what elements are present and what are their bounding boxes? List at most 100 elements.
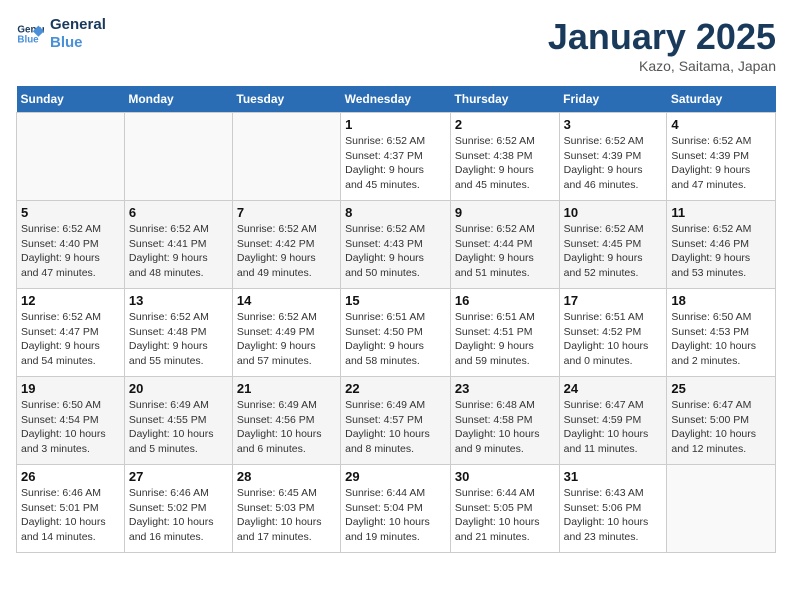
- day-info: Sunrise: 6:45 AM Sunset: 5:03 PM Dayligh…: [237, 486, 336, 545]
- calendar-cell: 24 Sunrise: 6:47 AM Sunset: 4:59 PM Dayli…: [559, 377, 667, 465]
- day-number: 13: [129, 293, 228, 308]
- day-info: Sunrise: 6:52 AM Sunset: 4:37 PM Dayligh…: [345, 134, 446, 193]
- calendar-cell: 12 Sunrise: 6:52 AM Sunset: 4:47 PM Dayli…: [17, 289, 125, 377]
- calendar-title: January 2025: [548, 16, 776, 58]
- day-number: 18: [671, 293, 771, 308]
- day-info: Sunrise: 6:49 AM Sunset: 4:57 PM Dayligh…: [345, 398, 446, 457]
- day-info: Sunrise: 6:46 AM Sunset: 5:02 PM Dayligh…: [129, 486, 228, 545]
- week-row: 12 Sunrise: 6:52 AM Sunset: 4:47 PM Dayli…: [17, 289, 776, 377]
- day-number: 19: [21, 381, 120, 396]
- day-number: 30: [455, 469, 555, 484]
- day-info: Sunrise: 6:46 AM Sunset: 5:01 PM Dayligh…: [21, 486, 120, 545]
- day-info: Sunrise: 6:44 AM Sunset: 5:04 PM Dayligh…: [345, 486, 446, 545]
- svg-text:Blue: Blue: [17, 34, 39, 45]
- day-number: 3: [564, 117, 663, 132]
- day-number: 22: [345, 381, 446, 396]
- day-header-sunday: Sunday: [17, 86, 125, 113]
- calendar-cell: 27 Sunrise: 6:46 AM Sunset: 5:02 PM Dayli…: [124, 465, 232, 553]
- calendar-cell: 29 Sunrise: 6:44 AM Sunset: 5:04 PM Dayli…: [341, 465, 451, 553]
- calendar-cell: 15 Sunrise: 6:51 AM Sunset: 4:50 PM Dayli…: [341, 289, 451, 377]
- calendar-cell: 2 Sunrise: 6:52 AM Sunset: 4:38 PM Daylig…: [450, 113, 559, 201]
- day-info: Sunrise: 6:52 AM Sunset: 4:41 PM Dayligh…: [129, 222, 228, 281]
- calendar-cell: 1 Sunrise: 6:52 AM Sunset: 4:37 PM Daylig…: [341, 113, 451, 201]
- calendar-cell: 14Sunrise: 6:52 AM Sunset: 4:49 PM Dayli…: [232, 289, 340, 377]
- day-number: 27: [129, 469, 228, 484]
- day-number: 23: [455, 381, 555, 396]
- day-info: Sunrise: 6:44 AM Sunset: 5:05 PM Dayligh…: [455, 486, 555, 545]
- calendar-cell: [17, 113, 125, 201]
- calendar-cell: 20 Sunrise: 6:49 AM Sunset: 4:55 PM Dayli…: [124, 377, 232, 465]
- day-info: Sunrise: 6:49 AM Sunset: 4:55 PM Dayligh…: [129, 398, 228, 457]
- day-number: 29: [345, 469, 446, 484]
- logo-icon: General Blue: [16, 20, 44, 48]
- day-info: Sunrise: 6:52 AM Sunset: 4:40 PM Dayligh…: [21, 222, 120, 281]
- day-number: 8: [345, 205, 446, 220]
- calendar-cell: 16Sunrise: 6:51 AM Sunset: 4:51 PM Dayli…: [450, 289, 559, 377]
- day-info: Sunrise: 6:49 AM Sunset: 4:56 PM Dayligh…: [237, 398, 336, 457]
- day-number: 20: [129, 381, 228, 396]
- day-info: Sunrise: 6:52 AM Sunset: 4:39 PM Dayligh…: [671, 134, 771, 193]
- day-info: Sunrise: 6:52 AM Sunset: 4:47 PM Dayligh…: [21, 310, 120, 369]
- day-info: Sunrise: 6:51 AM Sunset: 4:52 PM Dayligh…: [564, 310, 663, 369]
- page-header: General Blue General Blue January 2025 K…: [16, 16, 776, 74]
- day-info: Sunrise: 6:48 AM Sunset: 4:58 PM Dayligh…: [455, 398, 555, 457]
- day-info: Sunrise: 6:50 AM Sunset: 4:54 PM Dayligh…: [21, 398, 120, 457]
- day-number: 14: [237, 293, 336, 308]
- day-number: 12: [21, 293, 120, 308]
- day-info: Sunrise: 6:52 AM Sunset: 4:48 PM Dayligh…: [129, 310, 228, 369]
- day-number: 24: [564, 381, 663, 396]
- day-number: 2: [455, 117, 555, 132]
- day-header-thursday: Thursday: [450, 86, 559, 113]
- day-number: 4: [671, 117, 771, 132]
- day-number: 11: [671, 205, 771, 220]
- day-info: Sunrise: 6:52 AM Sunset: 4:42 PM Dayligh…: [237, 222, 336, 281]
- calendar-cell: 23 Sunrise: 6:48 AM Sunset: 4:58 PM Dayli…: [450, 377, 559, 465]
- day-info: Sunrise: 6:52 AM Sunset: 4:44 PM Dayligh…: [455, 222, 555, 281]
- day-info: Sunrise: 6:52 AM Sunset: 4:38 PM Dayligh…: [455, 134, 555, 193]
- day-number: 1: [345, 117, 446, 132]
- day-number: 16: [455, 293, 555, 308]
- week-row: 26 Sunrise: 6:46 AM Sunset: 5:01 PM Dayli…: [17, 465, 776, 553]
- logo: General Blue General Blue: [16, 16, 106, 52]
- day-number: 9: [455, 205, 555, 220]
- day-info: Sunrise: 6:50 AM Sunset: 4:53 PM Dayligh…: [671, 310, 771, 369]
- header-row: SundayMondayTuesdayWednesdayThursdayFrid…: [17, 86, 776, 113]
- calendar-cell: 6Sunrise: 6:52 AM Sunset: 4:41 PM Daylig…: [124, 201, 232, 289]
- calendar-cell: 7Sunrise: 6:52 AM Sunset: 4:42 PM Daylig…: [232, 201, 340, 289]
- calendar-cell: 19 Sunrise: 6:50 AM Sunset: 4:54 PM Dayli…: [17, 377, 125, 465]
- calendar-cell: 30 Sunrise: 6:44 AM Sunset: 5:05 PM Dayli…: [450, 465, 559, 553]
- day-header-monday: Monday: [124, 86, 232, 113]
- calendar-cell: [232, 113, 340, 201]
- day-header-saturday: Saturday: [667, 86, 776, 113]
- week-row: 19 Sunrise: 6:50 AM Sunset: 4:54 PM Dayli…: [17, 377, 776, 465]
- day-info: Sunrise: 6:52 AM Sunset: 4:46 PM Dayligh…: [671, 222, 771, 281]
- calendar-cell: 10Sunrise: 6:52 AM Sunset: 4:45 PM Dayli…: [559, 201, 667, 289]
- calendar-cell: [124, 113, 232, 201]
- day-info: Sunrise: 6:47 AM Sunset: 4:59 PM Dayligh…: [564, 398, 663, 457]
- calendar-cell: 26 Sunrise: 6:46 AM Sunset: 5:01 PM Dayli…: [17, 465, 125, 553]
- day-info: Sunrise: 6:52 AM Sunset: 4:39 PM Dayligh…: [564, 134, 663, 193]
- calendar-cell: [667, 465, 776, 553]
- calendar-subtitle: Kazo, Saitama, Japan: [548, 58, 776, 74]
- logo-general: General: [50, 16, 106, 34]
- calendar-cell: 22 Sunrise: 6:49 AM Sunset: 4:57 PM Dayli…: [341, 377, 451, 465]
- day-number: 15: [345, 293, 446, 308]
- day-number: 26: [21, 469, 120, 484]
- calendar-cell: 5Sunrise: 6:52 AM Sunset: 4:40 PM Daylig…: [17, 201, 125, 289]
- day-header-friday: Friday: [559, 86, 667, 113]
- day-info: Sunrise: 6:51 AM Sunset: 4:50 PM Dayligh…: [345, 310, 446, 369]
- calendar-cell: 28Sunrise: 6:45 AM Sunset: 5:03 PM Dayli…: [232, 465, 340, 553]
- day-info: Sunrise: 6:52 AM Sunset: 4:43 PM Dayligh…: [345, 222, 446, 281]
- logo-blue: Blue: [50, 34, 106, 52]
- day-number: 21: [237, 381, 336, 396]
- calendar-cell: 13 Sunrise: 6:52 AM Sunset: 4:48 PM Dayli…: [124, 289, 232, 377]
- day-number: 25: [671, 381, 771, 396]
- calendar-cell: 31Sunrise: 6:43 AM Sunset: 5:06 PM Dayli…: [559, 465, 667, 553]
- day-number: 17: [564, 293, 663, 308]
- calendar-table: SundayMondayTuesdayWednesdayThursdayFrid…: [16, 86, 776, 553]
- calendar-cell: 21 Sunrise: 6:49 AM Sunset: 4:56 PM Dayli…: [232, 377, 340, 465]
- calendar-cell: 25Sunrise: 6:47 AM Sunset: 5:00 PM Dayli…: [667, 377, 776, 465]
- day-header-wednesday: Wednesday: [341, 86, 451, 113]
- calendar-cell: 4 Sunrise: 6:52 AM Sunset: 4:39 PM Daylig…: [667, 113, 776, 201]
- day-info: Sunrise: 6:52 AM Sunset: 4:45 PM Dayligh…: [564, 222, 663, 281]
